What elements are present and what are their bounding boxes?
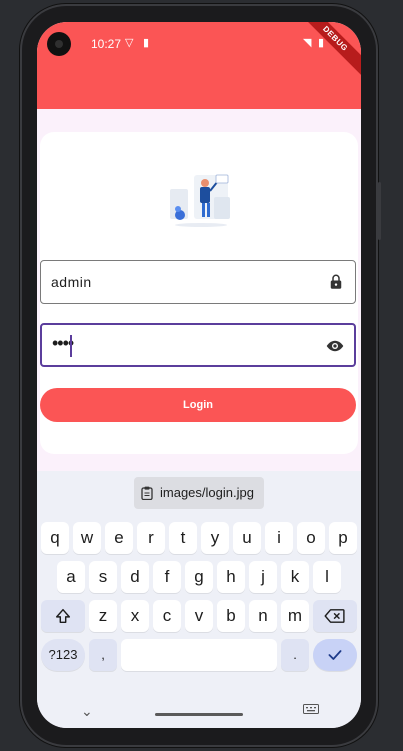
key-x[interactable]: x xyxy=(121,600,149,632)
app-screen: 10:27 ▽ ▮ ◥ ▮ DEBUG admin •••• Login ima… xyxy=(37,22,361,728)
key-a[interactable]: a xyxy=(57,561,85,593)
key-e[interactable]: e xyxy=(105,522,133,554)
key-v[interactable]: v xyxy=(185,600,213,632)
login-card: admin •••• Login xyxy=(40,132,358,454)
navigation-bar: ⌄ xyxy=(37,698,361,728)
username-value: admin xyxy=(51,274,92,290)
backspace-key[interactable] xyxy=(313,600,357,632)
key-r[interactable]: r xyxy=(137,522,165,554)
key-p[interactable]: p xyxy=(329,522,357,554)
clipboard-suggestion[interactable]: images/login.jpg xyxy=(134,477,264,509)
key-m[interactable]: m xyxy=(281,600,309,632)
key-w[interactable]: w xyxy=(73,522,101,554)
lock-icon xyxy=(330,274,342,289)
vpn-icon: ▽ xyxy=(125,37,134,49)
camera-cutout xyxy=(47,32,71,56)
comma-key[interactable]: , xyxy=(89,639,117,671)
shift-icon xyxy=(55,608,71,624)
keyboard-switch-icon[interactable] xyxy=(303,704,319,714)
key-n[interactable]: n xyxy=(249,600,277,632)
text-caret xyxy=(70,335,72,357)
status-bar: 10:27 ▽ ▮ ◥ ▮ DEBUG xyxy=(37,22,361,80)
clipboard-icon xyxy=(141,486,153,500)
period-key[interactable]: . xyxy=(281,639,309,671)
clipboard-text: images/login.jpg xyxy=(160,485,254,500)
key-z[interactable]: z xyxy=(89,600,117,632)
battery-icon: ▮ xyxy=(318,37,325,49)
enter-key[interactable] xyxy=(313,639,357,671)
shift-key[interactable] xyxy=(41,600,85,632)
power-button xyxy=(378,182,381,240)
wifi-icon: ◥ xyxy=(303,37,312,49)
space-key[interactable] xyxy=(121,639,277,671)
username-field[interactable]: admin xyxy=(40,260,356,304)
hide-keyboard-icon[interactable]: ⌄ xyxy=(81,703,93,720)
login-button[interactable]: Login xyxy=(40,388,356,422)
status-time: 10:27 xyxy=(91,37,122,51)
key-o[interactable]: o xyxy=(297,522,325,554)
key-t[interactable]: t xyxy=(169,522,197,554)
key-j[interactable]: j xyxy=(249,561,277,593)
home-gesture-pill[interactable] xyxy=(155,713,243,716)
checkmark-icon xyxy=(328,650,342,660)
key-h[interactable]: h xyxy=(217,561,245,593)
key-s[interactable]: s xyxy=(89,561,117,593)
key-q[interactable]: q xyxy=(41,522,69,554)
backspace-icon xyxy=(324,609,345,623)
key-u[interactable]: u xyxy=(233,522,261,554)
key-i[interactable]: i xyxy=(265,522,293,554)
soft-keyboard: images/login.jpg q w e r t y u i o p a s… xyxy=(37,471,361,728)
login-illustration xyxy=(170,174,230,227)
key-d[interactable]: d xyxy=(121,561,149,593)
key-y[interactable]: y xyxy=(201,522,229,554)
password-field[interactable]: •••• xyxy=(40,323,356,367)
key-c[interactable]: c xyxy=(153,600,181,632)
symbols-key[interactable]: ?123 xyxy=(41,639,85,671)
key-l[interactable]: l xyxy=(313,561,341,593)
key-f[interactable]: f xyxy=(153,561,181,593)
key-k[interactable]: k xyxy=(281,561,309,593)
sim-icon: ▮ xyxy=(143,37,150,49)
visibility-toggle-icon[interactable] xyxy=(326,337,344,355)
key-b[interactable]: b xyxy=(217,600,245,632)
key-g[interactable]: g xyxy=(185,561,213,593)
